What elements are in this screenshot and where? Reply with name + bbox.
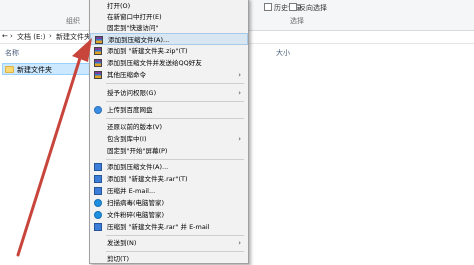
annotation-arrow-shaft bbox=[16, 56, 82, 257]
annotation-arrow-head bbox=[72, 38, 92, 62]
annotation-arrow bbox=[16, 38, 92, 257]
